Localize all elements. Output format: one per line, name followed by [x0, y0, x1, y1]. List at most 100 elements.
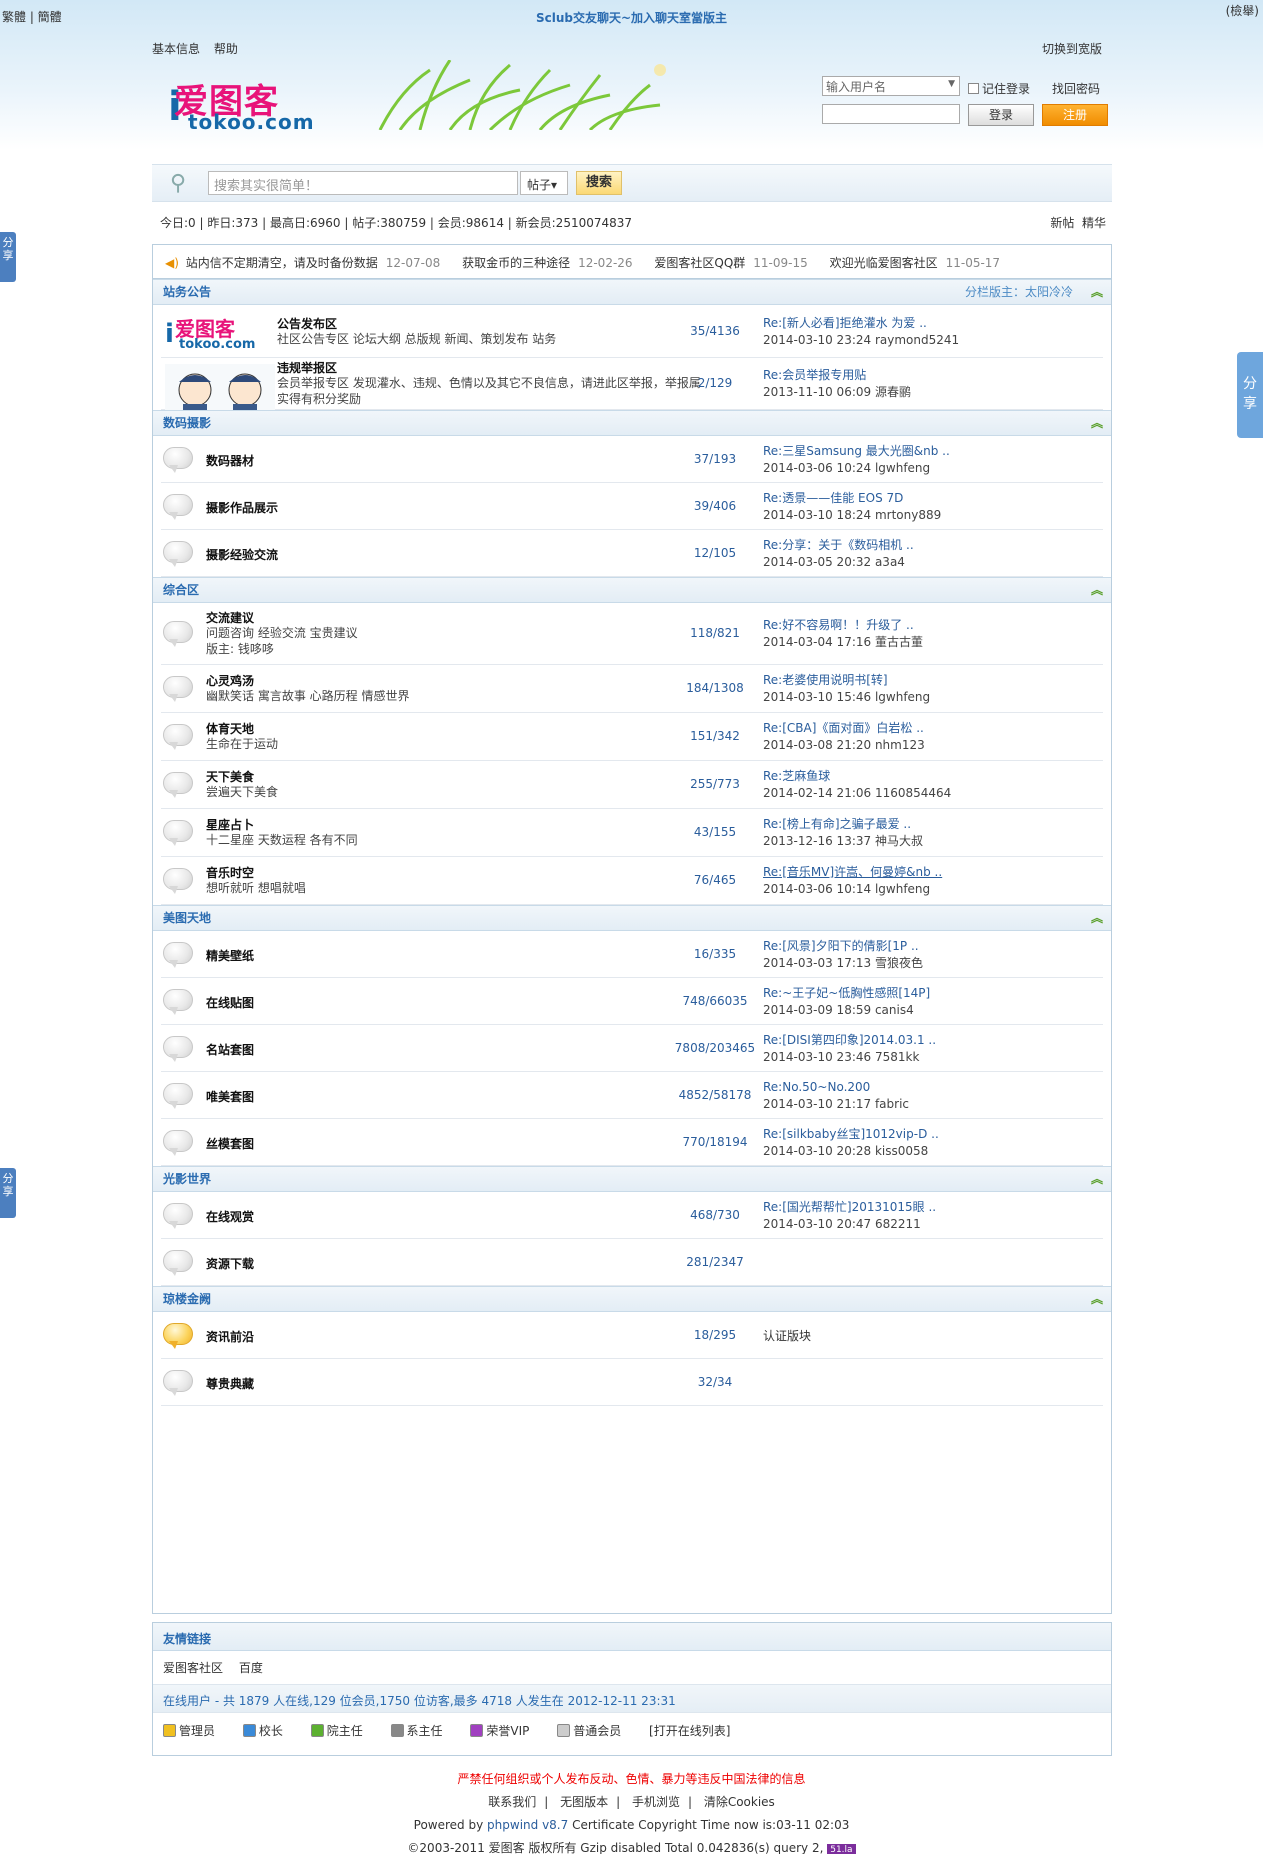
last-post: Re:分享：关于《数码相机 .. 2014-03-05 20:32 a3a4	[763, 537, 914, 571]
last-post-title[interactable]: Re:No.50~No.200	[763, 1079, 909, 1096]
forum-name[interactable]: 数码器材	[206, 452, 254, 469]
last-post-title[interactable]: Re:会员举报专用贴	[763, 367, 911, 384]
last-post: Re:[国光帮帮忙]20131015眼 .. 2014-03-10 20:47 6…	[763, 1199, 936, 1233]
forum-name[interactable]: 资讯前沿	[206, 1328, 254, 1345]
last-post-title[interactable]: Re:好不容易啊！！升级了 ..	[763, 617, 923, 634]
last-post-title[interactable]: Re:[国光帮帮忙]20131015眼 ..	[763, 1199, 936, 1216]
last-post-title[interactable]: Re:[榜上有命]之骗子最爱 ..	[763, 816, 923, 833]
last-post-title[interactable]: Re:透景——佳能 EOS 7D	[763, 490, 941, 507]
collapse-icon[interactable]: ︽	[1091, 1167, 1103, 1191]
forum-name[interactable]: 音乐时空	[206, 864, 254, 881]
category-header[interactable]: 美图天地 ︽	[153, 905, 1111, 931]
last-post-title[interactable]: Re:[CBA]《面对面》白岩松 ..	[763, 720, 925, 737]
search-type-select[interactable]: 帖子▾	[520, 171, 568, 195]
notice-item[interactable]: 获取金币的三种途径 12-02-26	[462, 254, 632, 271]
category-header[interactable]: 数码摄影 ︽	[153, 410, 1111, 436]
forum-row: 音乐时空 想听就听 想唱就唱 76/465 Re:[音乐MV]许嵩、何曼婷&nb ..…	[161, 857, 1103, 905]
forum-name[interactable]: 精美壁纸	[206, 947, 254, 964]
notice-item[interactable]: 爱图客社区QQ群 11-09-15	[654, 254, 807, 271]
forum-logo-image[interactable]: 爱图客 tokoo.com i	[165, 313, 275, 355]
top-banner-link[interactable]: Sclub交友聊天~加入聊天室當版主	[0, 9, 1263, 26]
report-link[interactable]: (檢舉)	[1226, 2, 1259, 19]
forum-name[interactable]: 在线贴图	[206, 994, 254, 1011]
forum-status-icon	[163, 1082, 193, 1109]
phpwind-link[interactable]: phpwind v8.7	[487, 1818, 568, 1832]
share-tab-right[interactable]: 分享	[1237, 352, 1263, 438]
last-post-title[interactable]: Re:三星Samsung 最大光圈&nb ..	[763, 443, 950, 460]
friend-link[interactable]: 爱图客社区	[163, 1661, 223, 1675]
category-header[interactable]: 琼楼金阙 ︽	[153, 1286, 1111, 1312]
category-title[interactable]: 数码摄影	[163, 416, 211, 430]
new-posts-link[interactable]: 新帖	[1050, 216, 1074, 230]
footer-clear-cookies[interactable]: 清除Cookies	[704, 1795, 775, 1809]
search-button[interactable]: 搜索	[576, 171, 622, 195]
forum-name[interactable]: 资源下载	[206, 1255, 254, 1272]
category-header[interactable]: 综合区 ︽	[153, 577, 1111, 603]
login-button[interactable]: 登录	[968, 104, 1034, 126]
last-post-title[interactable]: Re:芝麻鱼球	[763, 768, 951, 785]
footer-text-version[interactable]: 无图版本	[560, 1795, 608, 1809]
collapse-icon[interactable]: ︽	[1091, 411, 1103, 435]
forum-name[interactable]: 唯美套图	[206, 1088, 254, 1105]
forum-name[interactable]: 交流建议	[206, 609, 254, 626]
forgot-password-link[interactable]: 找回密码	[1052, 80, 1100, 97]
forum-name[interactable]: 公告发布区	[277, 315, 337, 332]
switch-wide-link[interactable]: 切换到宽版	[1042, 40, 1102, 57]
category-title[interactable]: 光影世界	[163, 1172, 211, 1186]
forum-name[interactable]: 丝模套图	[206, 1135, 254, 1152]
forum-name[interactable]: 心灵鸡汤	[206, 672, 254, 689]
category-header[interactable]: 站务公告 分栏版主：太阳冷冷 ︽	[153, 279, 1111, 305]
last-post: Re:三星Samsung 最大光圈&nb .. 2014-03-06 10:24 …	[763, 443, 950, 477]
forum-name[interactable]: 在线观赏	[206, 1208, 254, 1225]
last-post-title[interactable]: Re:[新人必看]拒绝灌水 为爱 ..	[763, 315, 959, 332]
forum-name[interactable]: 天下美食	[206, 768, 254, 785]
forum-name[interactable]: 摄影经验交流	[206, 546, 278, 563]
last-post-title[interactable]: Re:[风景]夕阳下的倩影[1P ..	[763, 938, 923, 955]
forum-status-icon	[163, 1369, 193, 1396]
last-post-title[interactable]: Re:[DISI第四印象]2014.03.1 ..	[763, 1032, 936, 1049]
last-post-title[interactable]: Re:[音乐MV]许嵩、何曼婷&nb ..	[763, 864, 942, 881]
category-title[interactable]: 美图天地	[163, 911, 211, 925]
category-header[interactable]: 光影世界 ︽	[153, 1166, 1111, 1192]
forum-name[interactable]: 体育天地	[206, 720, 254, 737]
remember-checkbox[interactable]: 记住登录	[968, 80, 1030, 97]
category-title[interactable]: 琼楼金阙	[163, 1292, 211, 1306]
footer-mobile[interactable]: 手机浏览	[632, 1795, 680, 1809]
last-post-title[interactable]: Re:分享：关于《数码相机 ..	[763, 537, 914, 554]
notice-item[interactable]: 站内信不定期清空，请及时备份数据 12-07-08	[186, 254, 440, 271]
nav-help[interactable]: 帮助	[214, 42, 238, 56]
collapse-icon[interactable]: ︽	[1091, 578, 1103, 602]
collapse-icon[interactable]: ︽	[1091, 1287, 1103, 1311]
forum-name[interactable]: 尊贵典藏	[206, 1375, 254, 1392]
footer-contact[interactable]: 联系我们	[488, 1795, 536, 1809]
forum-name[interactable]: 星座占卜	[206, 816, 254, 833]
category-moderator[interactable]: 分栏版主：太阳冷冷	[965, 280, 1073, 304]
category-title[interactable]: 综合区	[163, 583, 199, 597]
open-online-list[interactable]: [打开在线列表]	[649, 1724, 730, 1738]
last-post-title[interactable]: Re:老婆使用说明书[转]	[763, 672, 930, 689]
report-mascot-image[interactable]	[165, 364, 275, 414]
collapse-icon[interactable]: ︽	[1091, 280, 1103, 304]
share-tab-left[interactable]: 分享	[0, 232, 16, 282]
collapse-icon[interactable]: ︽	[1091, 906, 1103, 930]
checkbox-icon[interactable]	[968, 83, 979, 94]
stat-badge[interactable]: 51.la	[827, 1844, 856, 1854]
search-input[interactable]: 搜索其实很简单！	[208, 171, 518, 195]
share-tab-left[interactable]: 分享	[0, 1168, 16, 1218]
forum-name[interactable]: 摄影作品展示	[206, 499, 278, 516]
friend-link[interactable]: 百度	[239, 1661, 263, 1675]
last-post-meta: 2014-03-04 17:16 董古古董	[763, 635, 923, 649]
last-post-title[interactable]: Re:~王子妃~低胸性感照[14P]	[763, 985, 930, 1002]
forum-name[interactable]: 名站套图	[206, 1041, 254, 1058]
online-summary[interactable]: 在线用户 - 共 1879 人在线,129 位会员,1750 位访客,最多 47…	[153, 1685, 1111, 1713]
password-input[interactable]	[822, 104, 960, 124]
role-head: 系主任	[390, 1724, 455, 1738]
nav-basic-info[interactable]: 基本信息	[152, 42, 200, 56]
notice-item[interactable]: 欢迎光临爱图客社区 11-05-17	[830, 254, 1000, 271]
register-button[interactable]: 注册	[1042, 104, 1108, 126]
username-select[interactable]: 输入用户名 ▼	[822, 76, 960, 96]
digest-link[interactable]: 精华	[1082, 216, 1106, 230]
forum-name[interactable]: 违规举报区	[277, 359, 337, 376]
last-post-title[interactable]: Re:[silkbaby丝宝]1012vip-D ..	[763, 1126, 939, 1143]
category-title[interactable]: 站务公告	[163, 285, 211, 299]
